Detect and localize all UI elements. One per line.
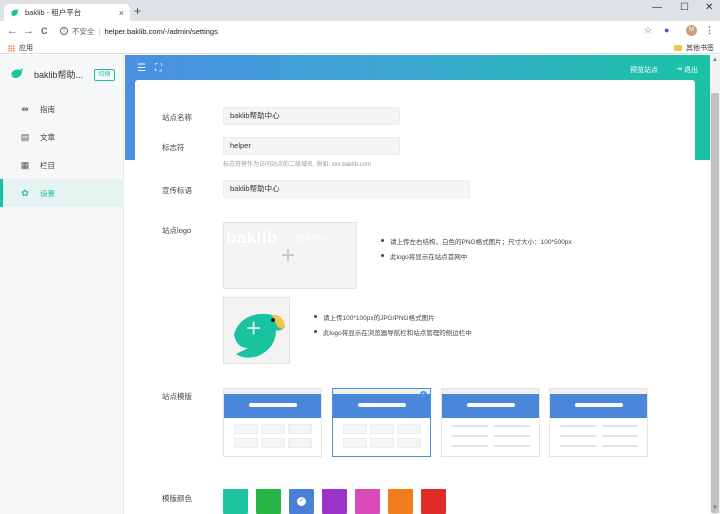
site-logo-row: baklib帮助... (10, 67, 83, 81)
extension-icon[interactable]: ● (664, 25, 669, 35)
color-swatch[interactable] (256, 489, 281, 514)
tab-close-icon[interactable]: × (119, 8, 124, 18)
menu-toggle-icon[interactable]: ☰ (137, 63, 146, 74)
template-label: 站点模版 (162, 392, 192, 401)
favicon-tips: 请上传100*100px的JPG/PNG格式图片 此logo将显示在浏览器导航栏… (314, 312, 472, 342)
address-bar[interactable]: i 不安全 | helper.baklib.com/-/admin/settin… (60, 24, 218, 38)
color-swatch[interactable] (223, 489, 248, 514)
maximize-icon[interactable]: ☐ (680, 2, 689, 13)
sidebar-item-articles[interactable]: ▤ 文章 (0, 123, 124, 151)
document-icon: ▤ (20, 131, 30, 142)
plus-icon: + (281, 242, 296, 269)
tab-title: baklib - 租户平台 (25, 8, 82, 17)
template-option[interactable] (441, 388, 540, 457)
bookmark-apps-label: 应用 (19, 45, 33, 52)
page-scrollbar[interactable]: ▲ ▼ (710, 55, 720, 514)
template-option[interactable]: ✓ (332, 388, 431, 457)
logo-tip: 此logo将显示在站点首网中 (381, 251, 572, 261)
plus-icon: + (246, 313, 262, 343)
sidebar-item-guide[interactable]: ⇹ 指南 (0, 95, 124, 123)
preview-site-link[interactable]: 预览站点 (630, 65, 658, 75)
star-icon[interactable]: ☆ (644, 25, 652, 36)
color-swatch[interactable] (355, 489, 380, 514)
color-swatch[interactable] (421, 489, 446, 514)
identifier-hint: 标志符将作为访问站点的二级域名, 例如: xxx.baklib.com (223, 162, 372, 168)
check-icon: ✓ (297, 497, 306, 506)
reload-icon[interactable]: C (41, 24, 48, 38)
color-label: 模版颜色 (162, 494, 192, 503)
logo-watermark-sub: 帮助中心 (296, 233, 333, 243)
header-strip-right (695, 85, 710, 160)
profile-avatar[interactable]: M (686, 25, 697, 36)
slogan-label: 宣传标语 (162, 186, 192, 195)
logo-tip: 请上传左右结构，白色的PNG格式图片；尺寸大小：100*500px (381, 236, 572, 246)
bookmark-other[interactable]: 其他书签 (674, 43, 714, 53)
forward-icon[interactable]: → (23, 24, 34, 38)
scroll-down-icon[interactable]: ▼ (712, 505, 718, 511)
fullscreen-icon[interactable]: ⛶ (155, 63, 162, 74)
sidebar-item-settings[interactable]: ✿ 设置 (0, 179, 124, 207)
sidebar: baklib帮助... 切换 ⇹ 指南 ▤ 文章 ▦ 栏目 ✿ 设置 (0, 55, 124, 514)
minimize-icon[interactable]: — (652, 2, 662, 13)
bird-logo-icon (11, 68, 23, 78)
apps-grid-icon (8, 44, 15, 52)
identifier-input[interactable]: helper (223, 137, 400, 155)
site-name: baklib帮助... (34, 69, 84, 80)
bookmarks-bar: 应用 其他书签 (0, 41, 720, 54)
browser-toolbar: ← → C i 不安全 | helper.baklib.com/-/admin/… (0, 21, 720, 41)
color-swatch[interactable] (388, 489, 413, 514)
sidebar-item-label: 文章 (40, 132, 55, 142)
sidebar-item-label: 设置 (40, 188, 55, 198)
logout-icon[interactable]: ⇥ (676, 65, 682, 73)
gear-icon: ✿ (21, 187, 29, 198)
info-icon[interactable]: i (60, 27, 68, 35)
check-icon: ✓ (420, 391, 427, 398)
back-icon[interactable]: ← (7, 24, 18, 38)
color-swatch[interactable]: ✓ (289, 489, 314, 514)
sidebar-item-columns[interactable]: ▦ 栏目 (0, 151, 124, 179)
sidebar-menu: ⇹ 指南 ▤ 文章 ▦ 栏目 ✿ 设置 (0, 95, 124, 207)
color-swatch[interactable] (322, 489, 347, 514)
favicon-tip: 此logo将显示在浏览器导航栏和站点管理的侧边栏中 (314, 327, 472, 337)
switch-site-button[interactable]: 切换 (94, 69, 115, 81)
url-text: helper.baklib.com/-/admin/settings (104, 26, 218, 36)
site-logo-label: 站点logo (162, 226, 192, 235)
identifier-label: 标志符 (162, 143, 185, 152)
site-name-input[interactable]: baklib帮助中心 (223, 107, 400, 125)
new-tab-icon[interactable]: + (134, 4, 141, 18)
site-name-label: 站点名称 (162, 113, 192, 122)
folder-icon (674, 45, 682, 51)
favicon-tip: 请上传100*100px的JPG/PNG格式图片 (314, 312, 472, 322)
logo-watermark: baklib (226, 228, 279, 247)
header-strip-left (125, 85, 135, 160)
logout-link[interactable]: 退出 (684, 65, 698, 75)
logo-upload-box[interactable]: baklib 帮助中心 + (223, 222, 357, 289)
bookmark-apps[interactable]: 应用 (8, 43, 33, 53)
browser-tab[interactable]: baklib - 租户平台 × (4, 4, 130, 21)
scroll-thumb[interactable] (711, 93, 719, 513)
url-separator: | (98, 26, 101, 36)
signpost-icon: ⇹ (21, 103, 29, 114)
sidebar-item-label: 栏目 (40, 160, 55, 170)
window-close-icon[interactable]: ✕ (705, 2, 713, 13)
template-option[interactable] (223, 388, 322, 457)
grid-icon: ▦ (20, 159, 30, 170)
template-option[interactable] (549, 388, 648, 457)
logo-tips: 请上传左右结构，白色的PNG格式图片；尺寸大小：100*500px 此logo将… (381, 236, 572, 266)
kebab-menu-icon[interactable]: ⋮ (705, 25, 714, 36)
favicon-upload-box[interactable]: + (223, 297, 290, 364)
bird-logo-icon (11, 8, 19, 16)
insecure-label: 不安全 (72, 26, 95, 36)
scroll-up-icon[interactable]: ▲ (712, 57, 718, 63)
bookmark-other-label: 其他书签 (686, 45, 714, 52)
browser-tab-bar: baklib - 租户平台 × + — ☐ ✕ (0, 0, 720, 21)
slogan-input[interactable]: baklib帮助中心 (223, 180, 470, 198)
sidebar-item-label: 指南 (40, 104, 55, 114)
